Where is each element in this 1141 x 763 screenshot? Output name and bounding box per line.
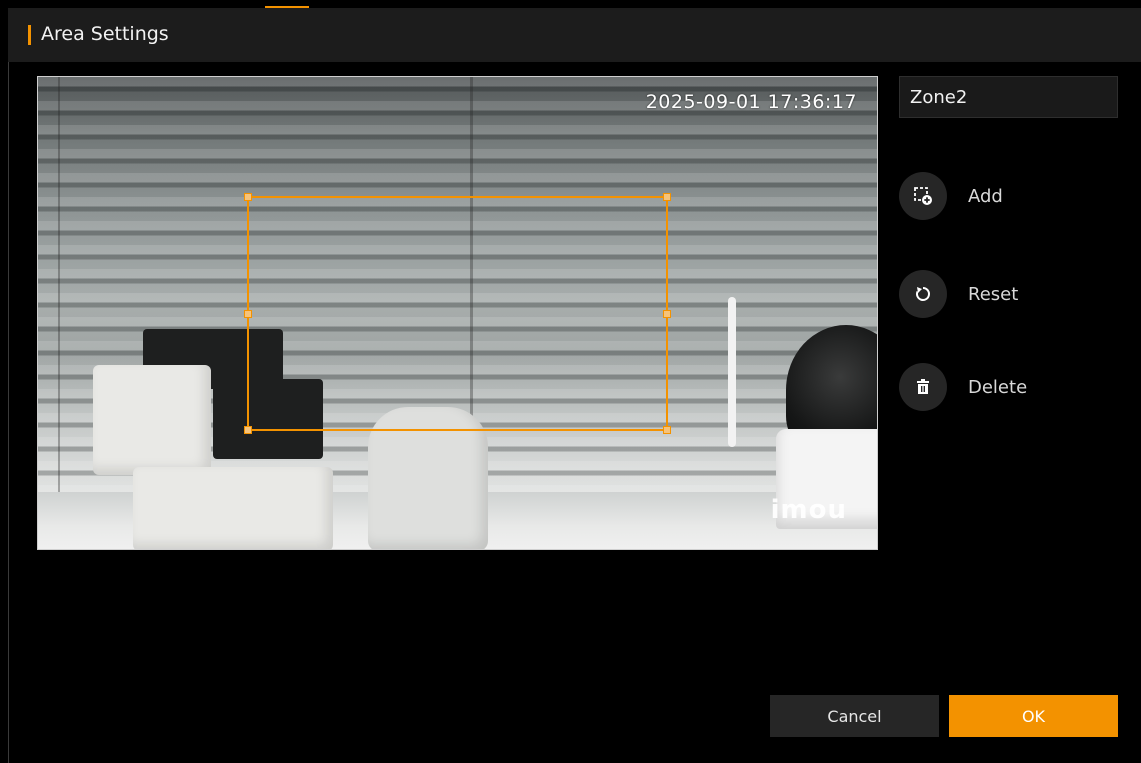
dialog-title: Area Settings bbox=[41, 23, 169, 45]
zone-handle-bottom-right[interactable] bbox=[663, 426, 671, 434]
delete-zone-button[interactable]: Delete bbox=[899, 363, 1027, 411]
reset-zone-button[interactable]: Reset bbox=[899, 270, 1018, 318]
zone-handle-bottom-left[interactable] bbox=[244, 426, 252, 434]
delete-label: Delete bbox=[968, 376, 1028, 398]
window-frame-line bbox=[58, 77, 60, 517]
camera-antenna bbox=[728, 297, 736, 447]
white-device bbox=[93, 365, 211, 475]
reset-label: Reset bbox=[968, 283, 1019, 305]
add-zone-button[interactable]: Add bbox=[899, 172, 1003, 220]
title-accent-bar bbox=[28, 25, 31, 45]
cancel-button[interactable]: Cancel bbox=[770, 695, 939, 737]
add-area-icon bbox=[899, 172, 947, 220]
camera-preview[interactable]: 2025-09-01 17:36:17 imou bbox=[37, 76, 878, 550]
ok-button[interactable]: OK bbox=[949, 695, 1118, 737]
zone-handle-middle-right[interactable] bbox=[663, 309, 671, 318]
detection-zone[interactable] bbox=[244, 193, 671, 434]
dialog-header: Area Settings bbox=[8, 8, 1141, 62]
add-label: Add bbox=[968, 185, 1003, 207]
white-device bbox=[133, 467, 333, 549]
reset-icon bbox=[899, 270, 947, 318]
zone-handle-top-left[interactable] bbox=[244, 193, 252, 201]
zone-name-input[interactable] bbox=[899, 76, 1118, 118]
video-timestamp: 2025-09-01 17:36:17 bbox=[645, 91, 857, 113]
brand-watermark: imou bbox=[770, 495, 847, 525]
trash-icon bbox=[899, 363, 947, 411]
zone-handle-top-right[interactable] bbox=[663, 193, 671, 201]
zone-handle-middle-left[interactable] bbox=[244, 309, 252, 318]
